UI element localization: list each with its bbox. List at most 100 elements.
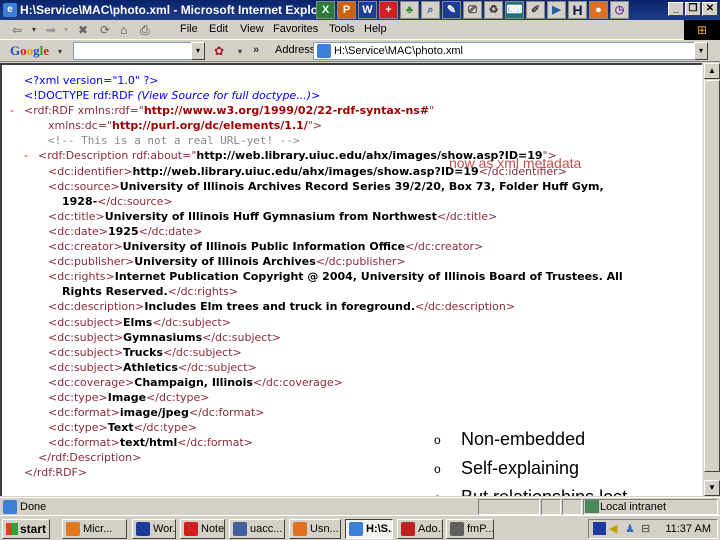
ie-icon	[349, 522, 363, 536]
minimize-button[interactable]: _	[668, 2, 684, 16]
back-dropdown[interactable]: ▾	[32, 22, 36, 38]
taskbar-button[interactable]: H:\S...	[345, 519, 393, 539]
xml-element-line: <dc:coverage>Champaign, Illinois</dc:cov…	[48, 375, 343, 389]
google-dropdown[interactable]: ▾	[58, 44, 62, 60]
toolbar-row: ⇦ ▾ ➡ ▾ ✖ ⟳ ⌂ ⎙ File Edit View Favorites…	[0, 20, 720, 40]
taskbar-button[interactable]: Usn...	[289, 519, 341, 539]
bullet-circle-icon: o	[434, 461, 441, 476]
firefox-icon[interactable]: ●	[589, 1, 608, 19]
scanner-icon[interactable]: ⎚	[463, 1, 482, 19]
scroll-down-button[interactable]: ▼	[704, 480, 720, 496]
slide-heading: now as xml metadata	[449, 155, 582, 171]
menu-favorites[interactable]: Favorites	[273, 23, 318, 35]
menu-help[interactable]: Help	[364, 23, 387, 35]
xml-element-line: <dc:publisher>University of Illinois Arc…	[48, 255, 406, 269]
status-pane	[478, 499, 540, 515]
xml-element-line: <dc:subject>Athletics</dc:subject>	[48, 360, 257, 374]
popup-blocker-icon[interactable]: ✿	[214, 43, 224, 59]
xml-element-line: <dc:subject>Elms</dc:subject>	[48, 315, 232, 329]
vertical-scrollbar[interactable]: ▲ ▼	[702, 63, 720, 496]
home-button[interactable]: ⌂	[120, 22, 127, 38]
menu-edit[interactable]: Edit	[209, 23, 228, 35]
xml-doctype: <!DOCTYPE rdf:RDF (View Source for full …	[24, 89, 321, 103]
scroll-thumb[interactable]	[704, 80, 720, 472]
intranet-icon	[585, 500, 599, 513]
address-dropdown[interactable]: ▾	[694, 42, 708, 60]
pen-icon	[136, 522, 150, 536]
status-bar: Done Local intranet	[0, 497, 720, 515]
address-input[interactable]: H:\Service\MAC\photo.xml	[313, 42, 708, 60]
bullet-item: oBut relationships lost	[434, 483, 627, 496]
messenger-icon[interactable]: ♟	[625, 522, 638, 535]
close-button[interactable]: ✕	[702, 2, 718, 16]
google-search-input[interactable]	[73, 42, 205, 60]
window-controls: _ ❐ ✕	[668, 2, 718, 16]
bullet-list: oNon-embedded oSelf-explaining oBut rela…	[434, 425, 627, 496]
xml-element-line: <dc:rights>Internet Publication Copyrigh…	[48, 270, 623, 284]
notes-icon[interactable]: +	[379, 1, 398, 19]
h-app-icon[interactable]: H	[568, 1, 587, 19]
filemaker-icon	[450, 522, 464, 536]
taskbar-button[interactable]: uacc...	[229, 519, 285, 539]
xml-element-line: <dc:subject>Gymnasiums</dc:subject>	[48, 330, 281, 344]
clock[interactable]: 11:37 AM	[665, 523, 711, 535]
taskbar-button[interactable]: Micr...	[62, 519, 127, 539]
menu-view[interactable]: View	[240, 23, 264, 35]
xml-element-line: <dc:description>Includes Elm trees and t…	[48, 300, 516, 314]
system-tray: ◀ ♟ ⊟ 11:37 AM	[588, 519, 718, 539]
firefox-icon	[293, 522, 307, 536]
powerpoint-icon[interactable]: P	[337, 1, 356, 19]
scroll-up-button[interactable]: ▲	[704, 63, 720, 79]
recycle-icon[interactable]: ♻	[484, 1, 503, 19]
print-button[interactable]: ⎙	[140, 22, 150, 38]
taskbar-button[interactable]: Wor...	[132, 519, 176, 539]
start-button[interactable]: start	[2, 519, 50, 539]
media-icon[interactable]: ▶	[547, 1, 566, 19]
xml-element-line: <dc:creator>University of Illinois Publi…	[48, 240, 484, 254]
popup-dropdown[interactable]: ▾	[238, 44, 242, 60]
address-row: Google ▾ ▾ ✿ ▾ » Address H:\Service\MAC\…	[0, 40, 720, 62]
keyboard-icon[interactable]: ⌨	[505, 1, 524, 19]
xml-comment: <!-- This is a not a real URL-yet! -->	[48, 134, 300, 148]
xml-rdf-open: - <rdf:RDF xmlns:rdf="http://www.w3.org/1…	[10, 103, 435, 118]
clock-icon[interactable]: ◷	[610, 1, 629, 19]
word-icon[interactable]: W	[358, 1, 377, 19]
windows-logo: ⊞	[684, 20, 720, 40]
powerpoint-icon	[66, 522, 80, 536]
forward-dropdown[interactable]: ▾	[64, 22, 68, 38]
restore-button[interactable]: ❐	[685, 2, 701, 16]
quick-launch-bar: X P W + ♣ ⌕ ✎ ⎚ ♻ ⌨ ✐ ▶ H ● ◷	[316, 1, 629, 19]
menu-file[interactable]: File	[180, 23, 198, 35]
taskbar-button[interactable]: Note...	[180, 519, 225, 539]
collapse-toggle[interactable]: -	[24, 148, 38, 163]
xml-tree: <?xml version="1.0" ?> <!DOCTYPE rdf:RDF…	[10, 73, 623, 481]
xml-declaration: <?xml version="1.0" ?>	[24, 74, 159, 87]
notes-icon	[184, 522, 198, 536]
taskbar-button[interactable]: fmP...	[446, 519, 494, 539]
search-icon[interactable]: ⌕	[421, 1, 440, 19]
taskbar-button[interactable]: Ado...	[397, 519, 443, 539]
google-search-dropdown[interactable]: ▾	[191, 42, 205, 60]
network-icon[interactable]: ⊟	[641, 522, 654, 535]
volume-icon[interactable]: ◀	[609, 522, 622, 535]
menu-tools[interactable]: Tools	[329, 23, 355, 35]
pen-icon[interactable]: ✎	[442, 1, 461, 19]
more-chevron-icon[interactable]: »	[253, 42, 259, 58]
excel-icon[interactable]: X	[316, 1, 335, 19]
forward-button[interactable]: ➡	[46, 22, 56, 38]
shield-icon[interactable]	[593, 522, 606, 535]
bullet-circle-icon: o	[434, 491, 461, 497]
page-icon	[317, 44, 331, 58]
xml-element-continuation: Rights Reserved.</dc:rights>	[62, 285, 239, 299]
google-logo[interactable]: Google	[10, 43, 49, 59]
address-label: Address	[275, 44, 316, 56]
collapse-toggle[interactable]: -	[10, 103, 24, 118]
status-pane	[541, 499, 561, 515]
bullet-item: o Self-explaining	[434, 458, 580, 478]
stop-button[interactable]: ✖	[78, 22, 88, 38]
status-text: Done	[20, 501, 47, 513]
tree-icon[interactable]: ♣	[400, 1, 419, 19]
refresh-button[interactable]: ⟳	[100, 22, 110, 38]
paint-icon[interactable]: ✐	[526, 1, 545, 19]
back-button[interactable]: ⇦	[12, 22, 22, 38]
